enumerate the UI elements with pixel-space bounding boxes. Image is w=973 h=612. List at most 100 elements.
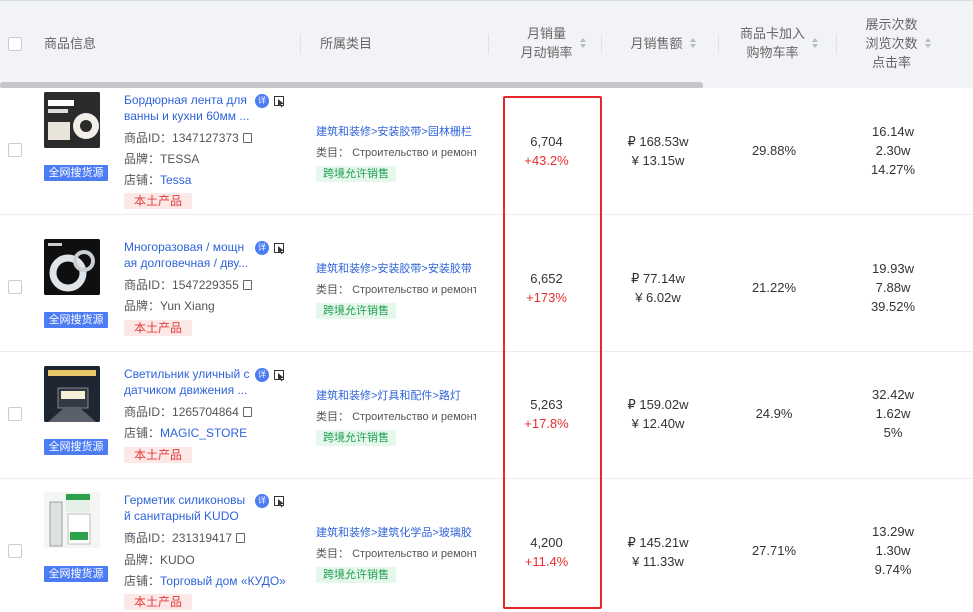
header-divider bbox=[300, 34, 301, 54]
revenue-rub: ₽ 168.53w bbox=[627, 134, 689, 149]
product-title-line: датчиком движения ... bbox=[124, 383, 248, 397]
row-checkbox[interactable] bbox=[8, 143, 22, 157]
table-row: 全网搜货源 Многоразовая / мощн ая долговечная … bbox=[0, 225, 973, 352]
sort-icon[interactable] bbox=[689, 38, 696, 48]
header-divider bbox=[718, 34, 719, 54]
header-cart-rate[interactable]: 商品卡加入 购物车率 bbox=[724, 1, 834, 85]
table-row: 全网搜货源 Бордюрная лента для ванны и кухни 6… bbox=[0, 88, 973, 215]
product-image[interactable] bbox=[44, 239, 100, 295]
category-type: 类目： Строительство и ремонт bbox=[316, 282, 476, 298]
detail-badge-icon[interactable]: 详 bbox=[255, 94, 269, 108]
product-id-label: 商品ID： bbox=[124, 131, 173, 145]
local-product-tag: 本土产品 bbox=[124, 594, 193, 610]
table-header: 商品信息 所属类目 月销量 月动销率 月销售额 商品卡加入 购物车率 展示次数 浏览次… bbox=[0, 0, 973, 89]
views-value: 1.30w bbox=[875, 543, 911, 558]
highlight-box bbox=[503, 96, 602, 609]
row-checkbox[interactable] bbox=[8, 544, 22, 558]
sort-icon[interactable] bbox=[924, 38, 931, 48]
detail-badge-icon[interactable]: 详 bbox=[255, 368, 269, 382]
category-path-link[interactable]: 建筑和装修>灯具和配件>路灯 bbox=[316, 388, 476, 404]
header-monthly-sales-label: 月销量 bbox=[526, 26, 566, 41]
external-link-icon[interactable] bbox=[274, 370, 286, 382]
header-product-info: 商品信息 bbox=[44, 35, 97, 51]
cross-border-tag: 跨境允许销售 bbox=[316, 303, 396, 319]
revenue-cny: ¥ 13.15w bbox=[631, 153, 685, 168]
row-checkbox[interactable] bbox=[8, 280, 22, 294]
cart-rate-value: 29.88% bbox=[751, 143, 797, 158]
brand-label: 品牌： bbox=[124, 152, 161, 166]
select-all-checkbox[interactable] bbox=[8, 37, 22, 51]
product-id-line: 商品ID：231319417 bbox=[124, 530, 246, 546]
product-title[interactable]: Многоразовая / мощн ая долговечная / дву.… bbox=[124, 239, 252, 271]
product-id-value: 1547229355 bbox=[172, 278, 239, 292]
header-monthly-sales[interactable]: 月销量 月动销率 bbox=[503, 1, 603, 85]
shop-label: 店铺： bbox=[124, 173, 161, 187]
search-source-button[interactable]: 全网搜货源 bbox=[44, 165, 108, 181]
product-title[interactable]: Бордюрная лента для ванны и кухни 60мм ..… bbox=[124, 92, 252, 124]
revenue-cny: ¥ 12.40w bbox=[631, 416, 685, 431]
product-title-line: Бордюрная лента для bbox=[124, 93, 247, 107]
views-cell: 32.42w 1.62w 5% bbox=[843, 385, 943, 442]
category-path-link[interactable]: 建筑和装修>安装胶带>园林栅栏 bbox=[316, 124, 476, 140]
cross-border-tag: 跨境允许销售 bbox=[316, 567, 396, 583]
category-type-label: 类目： bbox=[316, 411, 349, 423]
external-link-icon[interactable] bbox=[274, 96, 286, 108]
product-image[interactable] bbox=[44, 366, 100, 422]
header-monthly-rate-label: 月动销率 bbox=[520, 45, 573, 60]
ctr-value: 9.74% bbox=[874, 562, 912, 577]
product-image[interactable] bbox=[44, 92, 100, 148]
category-type-label: 类目： bbox=[316, 284, 349, 296]
category-type: 类目： Строительство и ремонт bbox=[316, 145, 476, 161]
copy-icon[interactable] bbox=[242, 280, 252, 290]
detail-badge-icon[interactable]: 详 bbox=[255, 241, 269, 255]
category-type-label: 类目： bbox=[316, 147, 349, 159]
table-row: 全网搜货源 Герметик силиконовы й санитарный KU… bbox=[0, 479, 973, 612]
product-id-value: 1347127373 bbox=[172, 131, 239, 145]
search-source-button[interactable]: 全网搜货源 bbox=[44, 312, 108, 328]
shop-link[interactable]: MAGIC_STORE bbox=[160, 426, 247, 440]
product-title[interactable]: Светильник уличный с датчиком движения ..… bbox=[124, 366, 252, 398]
revenue-cny: ¥ 6.02w bbox=[635, 290, 681, 305]
header-divider bbox=[488, 34, 489, 54]
product-image[interactable] bbox=[44, 492, 100, 548]
cart-rate-value: 24.9% bbox=[755, 406, 793, 421]
revenue-cell: ₽ 145.21w ¥ 11.33w bbox=[603, 533, 713, 571]
category-path-link[interactable]: 建筑和装修>建筑化学品>玻璃胶 bbox=[316, 525, 476, 541]
impressions-value: 16.14w bbox=[872, 124, 914, 139]
ctr-value: 39.52% bbox=[870, 299, 916, 314]
copy-icon[interactable] bbox=[242, 407, 252, 417]
category-type-value: Строительство и ремонт bbox=[352, 548, 476, 560]
header-impressions-label: 展示次数 bbox=[865, 16, 918, 32]
revenue-rub: ₽ 159.02w bbox=[627, 397, 689, 412]
views-value: 1.62w bbox=[875, 406, 911, 421]
views-value: 2.30w bbox=[875, 143, 911, 158]
shop-link[interactable]: Торговый дом «КУДО» bbox=[160, 574, 286, 588]
copy-icon[interactable] bbox=[236, 533, 246, 543]
external-link-icon[interactable] bbox=[274, 496, 286, 508]
sort-icon[interactable] bbox=[812, 38, 818, 48]
views-cell: 13.29w 1.30w 9.74% bbox=[843, 522, 943, 579]
header-views[interactable]: 展示次数 浏览次数 点击率 bbox=[848, 1, 948, 85]
shop-label: 店铺： bbox=[124, 426, 161, 440]
revenue-cny: ¥ 11.33w bbox=[632, 554, 684, 569]
search-source-button[interactable]: 全网搜货源 bbox=[44, 439, 108, 455]
search-source-button[interactable]: 全网搜货源 bbox=[44, 566, 108, 582]
brand-label: 品牌： bbox=[124, 299, 161, 313]
category-type-value: Строительство и ремонт bbox=[352, 284, 476, 296]
impressions-value: 19.93w bbox=[872, 261, 914, 276]
sort-icon[interactable] bbox=[579, 38, 586, 48]
copy-icon[interactable] bbox=[242, 133, 252, 143]
brand-value: TESSA bbox=[160, 152, 200, 166]
product-id-label: 商品ID： bbox=[124, 278, 173, 292]
shop-link[interactable]: Tessa bbox=[160, 173, 191, 187]
cart-rate-value: 21.22% bbox=[751, 280, 797, 295]
category-path-link[interactable]: 建筑和装修>安装胶带>安装胶带 bbox=[316, 261, 476, 277]
cross-border-tag: 跨境允许销售 bbox=[316, 430, 396, 446]
local-product-tag: 本土产品 bbox=[124, 193, 193, 209]
views-cell: 16.14w 2.30w 14.27% bbox=[843, 122, 943, 179]
header-revenue[interactable]: 月销售额 bbox=[613, 1, 713, 85]
external-link-icon[interactable] bbox=[274, 243, 286, 255]
detail-badge-icon[interactable]: 详 bbox=[255, 494, 269, 508]
revenue-cell: ₽ 159.02w ¥ 12.40w bbox=[603, 395, 713, 433]
row-checkbox[interactable] bbox=[8, 407, 22, 421]
